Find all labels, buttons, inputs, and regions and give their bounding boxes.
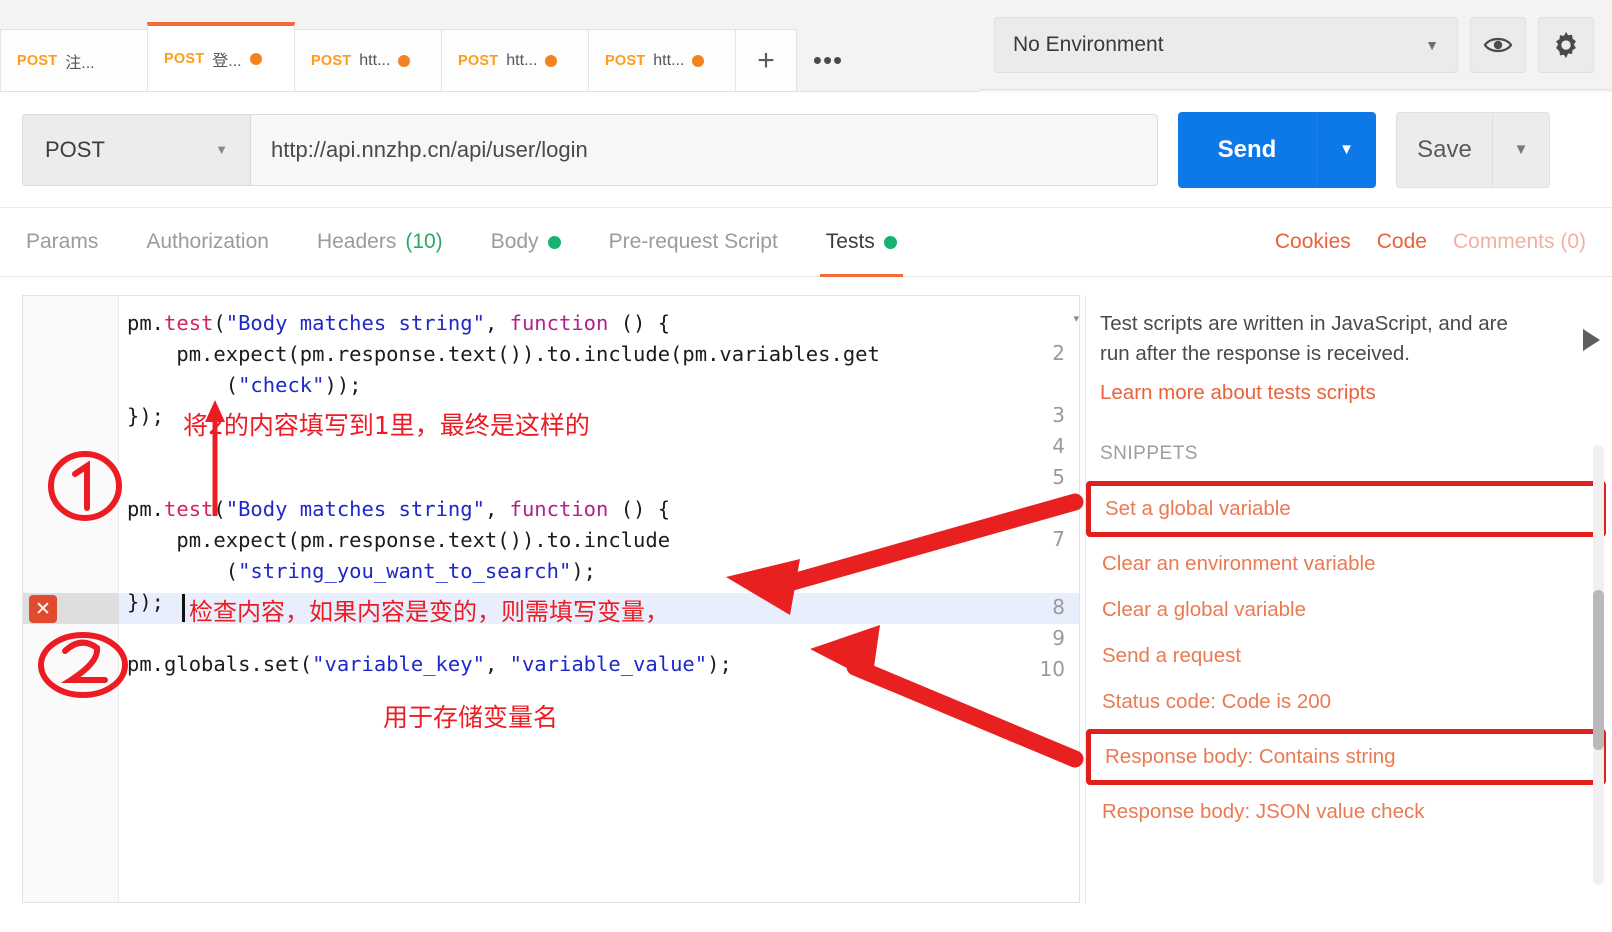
request-utility-links: Cookies Code Comments (0) (1275, 230, 1586, 254)
code-line-10: pm.globals.set("variable_key", "variable… (127, 652, 732, 676)
code-line-7b: ("string_you_want_to_search"); (127, 559, 597, 583)
play-right-icon[interactable] (1583, 329, 1600, 351)
environment-bar: No Environment ▼ (980, 0, 1612, 90)
tab-title: htt... (359, 51, 391, 69)
http-method-label: POST (45, 136, 105, 162)
tests-pane: ▾ 2 3 4 5 6 7 8 9 10 ✕ pm.test("Body mat… (0, 277, 1612, 932)
request-tab-4[interactable]: POST htt... (588, 29, 736, 91)
request-tab-3[interactable]: POST htt... (441, 29, 589, 91)
headers-count-badge: (10) (405, 230, 443, 253)
snippets-panel: Test scripts are written in JavaScript, … (1085, 295, 1612, 903)
send-button-group: Send ▼ (1178, 111, 1376, 188)
unsaved-dot-icon (398, 54, 411, 67)
snippets-section-title: SNIPPETS (1100, 443, 1198, 464)
tab-authorization[interactable]: Authorization (146, 207, 269, 277)
snippet-response-body-json-value-check[interactable]: Response body: JSON value check (1100, 789, 1592, 835)
top-bar: POST 注... POST 登... POST htt... POST htt… (0, 0, 1612, 92)
code-line-8: }); (127, 590, 165, 614)
environment-selector[interactable]: No Environment ▼ (994, 16, 1458, 73)
url-bar: POST ▼ http://api.nnzhp.cn/api/user/logi… (0, 92, 1612, 207)
tab-tests[interactable]: Tests (819, 207, 903, 277)
snippet-set-a-global-variable[interactable]: Set a global variable (1086, 481, 1606, 537)
snippets-scrollbar-thumb[interactable] (1593, 590, 1604, 750)
chevron-down-icon: ▼ (215, 142, 228, 157)
tab-method-label: POST (458, 52, 499, 69)
tests-script-editor[interactable]: ▾ 2 3 4 5 6 7 8 9 10 ✕ pm.test("Body mat… (22, 295, 1080, 903)
gear-icon (1556, 31, 1576, 58)
text-cursor (182, 594, 185, 622)
unsaved-dot-icon (692, 54, 705, 67)
code-line-7: pm.expect(pm.response.text()).to.include (127, 528, 671, 552)
tab-params[interactable]: Params (26, 207, 98, 277)
settings-button[interactable] (1538, 16, 1594, 73)
tab-method-label: POST (164, 50, 205, 67)
tab-title: 注... (65, 54, 95, 72)
request-tab-0[interactable]: POST 注... (0, 29, 148, 91)
tab-body[interactable]: Body (491, 207, 561, 277)
annotation-note-top: 将2的内容填写到1里，最终是这样的 (183, 411, 590, 440)
snippet-clear-an-environment-variable[interactable]: Clear an environment variable (1100, 541, 1592, 587)
request-tab-1[interactable]: POST 登... (147, 23, 295, 91)
tab-headers[interactable]: Headers (10) (317, 207, 443, 277)
send-options-caret-icon[interactable]: ▼ (1316, 111, 1376, 188)
save-button-group: Save ▼ (1396, 111, 1550, 188)
code-line-3: }); (127, 404, 165, 428)
annotation-note-bottom: 用于存储变量名 (383, 703, 559, 732)
environment-selected-label: No Environment (1013, 32, 1164, 56)
snippet-send-a-request[interactable]: Send a request (1100, 633, 1592, 679)
request-tab-strip: POST 注... POST 登... POST htt... POST htt… (0, 0, 980, 92)
snippets-scrollbar-track[interactable] (1593, 445, 1604, 885)
tab-label: Pre-request Script (608, 230, 778, 253)
unsaved-dot-icon (545, 54, 558, 67)
tab-method-label: POST (17, 52, 58, 69)
eye-icon (1483, 37, 1513, 52)
tab-label: Body (490, 230, 539, 253)
tests-active-dot-icon (883, 235, 897, 249)
postman-window: POST 注... POST 登... POST htt... POST htt… (0, 0, 1612, 932)
tab-method-label: POST (605, 52, 646, 69)
cookies-link[interactable]: Cookies (1275, 230, 1351, 254)
save-button[interactable]: Save (1396, 111, 1492, 188)
code-line-1: pm.test("Body matches string", function … (127, 311, 671, 335)
annotation-note-middle: 检查内容，如果内容是变的，则需填写变量， (189, 598, 669, 626)
code-line-6: pm.test("Body matches string", function … (127, 497, 671, 521)
snippet-clear-a-global-variable[interactable]: Clear a global variable (1100, 587, 1592, 633)
tab-title: 登... (212, 52, 242, 70)
tab-title: htt... (653, 51, 685, 69)
syntax-error-icon[interactable]: ✕ (29, 595, 57, 623)
new-tab-button[interactable]: + (735, 29, 797, 91)
tab-label: Headers (316, 230, 397, 253)
learn-more-link[interactable]: Learn more about tests scripts (1100, 381, 1592, 405)
chevron-down-icon: ▼ (1425, 36, 1439, 53)
code-line-2: pm.expect(pm.response.text()).to.include… (127, 342, 880, 366)
save-options-caret-icon[interactable]: ▼ (1492, 111, 1550, 188)
tab-title: htt... (506, 51, 538, 69)
send-button[interactable]: Send (1178, 111, 1316, 188)
environment-quick-look-button[interactable] (1470, 16, 1526, 73)
tab-label: Authorization (146, 230, 269, 253)
tab-overflow-menu-button[interactable]: ••• (797, 29, 859, 91)
tab-pre-request-script[interactable]: Pre-request Script (609, 207, 778, 277)
http-method-selector[interactable]: POST ▼ (22, 113, 250, 186)
comments-link[interactable]: Comments (0) (1453, 230, 1586, 254)
request-tab-2[interactable]: POST htt... (294, 29, 442, 91)
snippet-status-code-is-200[interactable]: Status code: Code is 200 (1100, 679, 1592, 725)
request-section-tabs: Params Authorization Headers (10) Body P… (0, 207, 1612, 277)
tests-description: Test scripts are written in JavaScript, … (1100, 312, 1508, 365)
snippets-list: Set a global variable Clear an environme… (1086, 481, 1606, 835)
tab-label: Tests (825, 230, 875, 253)
tab-label: Params (26, 230, 99, 253)
body-active-dot-icon (547, 235, 561, 249)
code-line-2b: ("check")); (127, 373, 362, 397)
code-link[interactable]: Code (1377, 230, 1427, 254)
request-url-input[interactable]: http://api.nnzhp.cn/api/user/login (250, 113, 1158, 186)
snippet-response-body-contains-string[interactable]: Response body: Contains string (1086, 729, 1606, 785)
tab-method-label: POST (311, 52, 352, 69)
unsaved-dot-icon (249, 52, 262, 65)
